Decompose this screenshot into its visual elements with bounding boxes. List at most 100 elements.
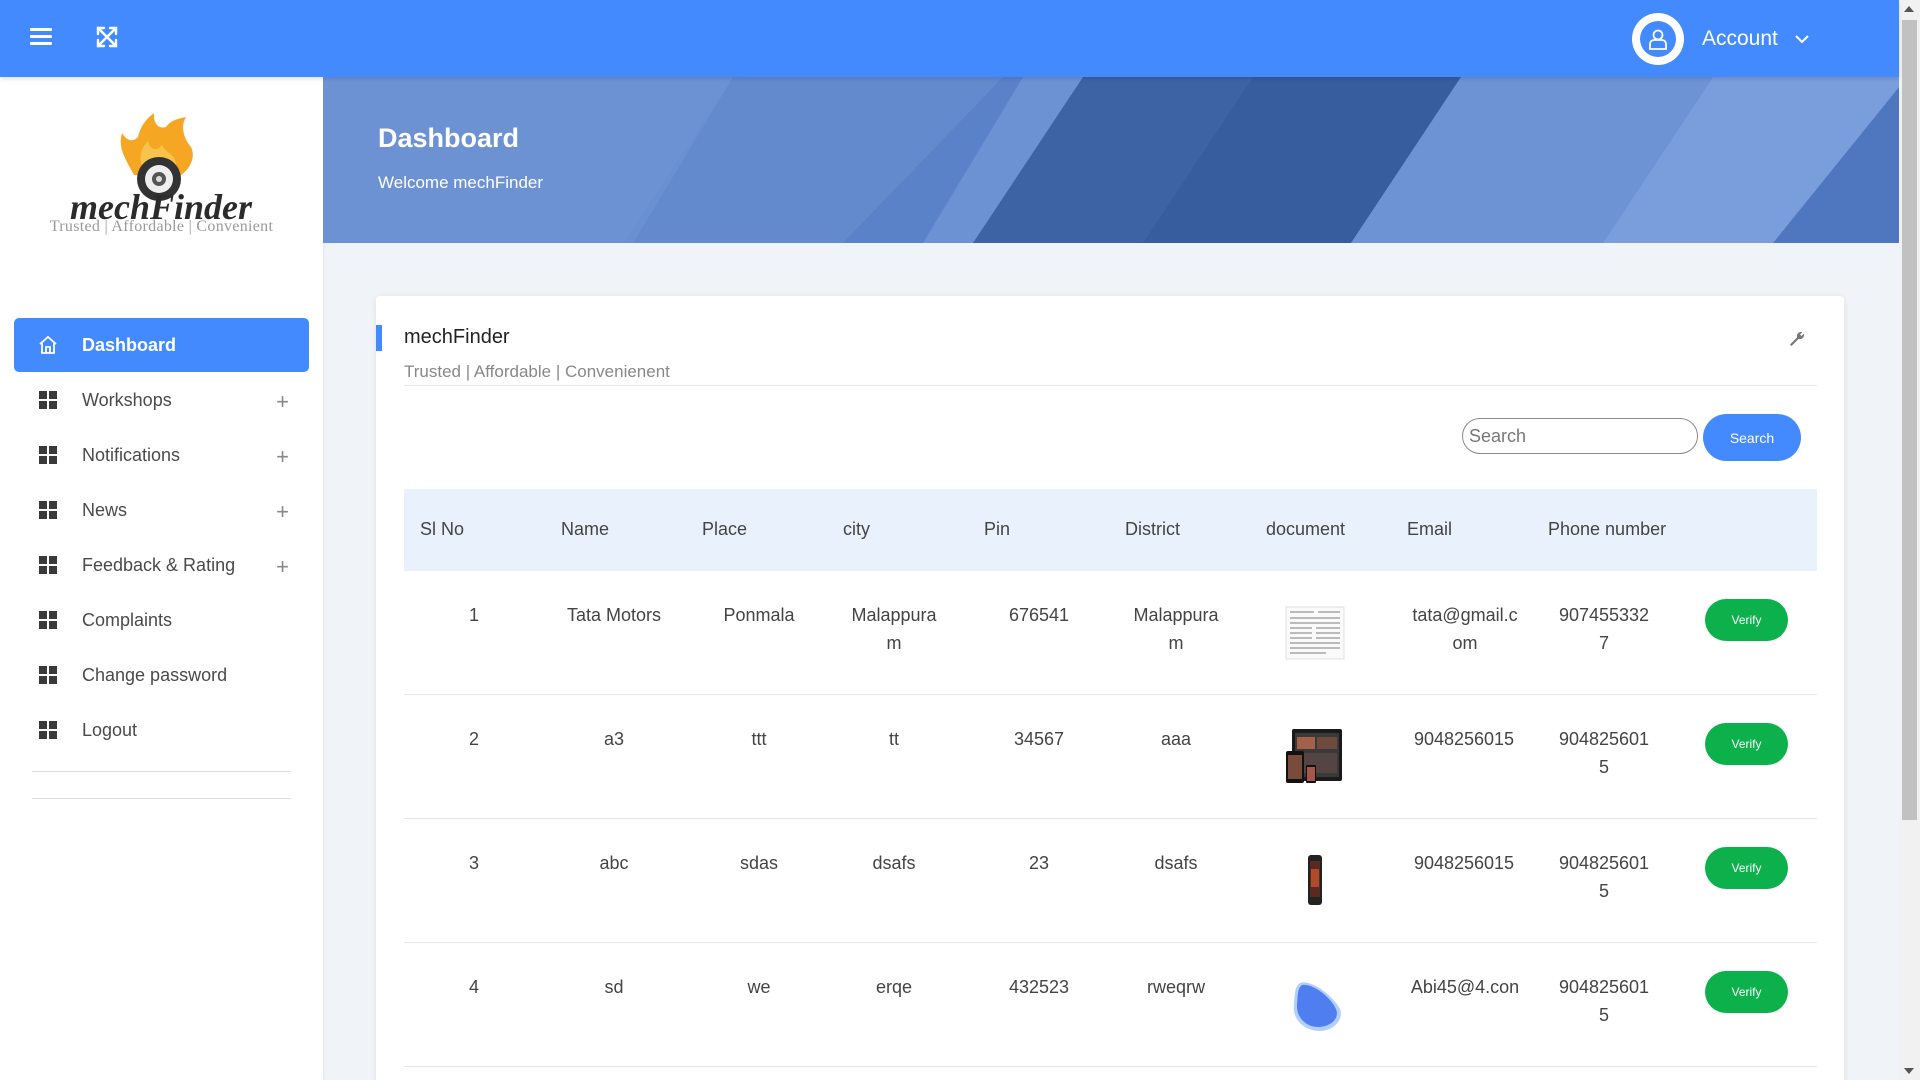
grid-icon xyxy=(39,391,57,409)
top-bar: Account xyxy=(0,0,1899,77)
cell-city: Malappuram xyxy=(851,605,937,653)
plus-icon[interactable]: + xyxy=(276,554,289,580)
sidebar-nav: Dashboard Workshops + Notifications + Ne… xyxy=(14,318,309,758)
column-header: Pin xyxy=(984,519,1011,539)
cell-sl-no: 2 xyxy=(468,729,479,749)
plus-icon[interactable]: + xyxy=(276,444,289,470)
sidebar-item-news[interactable]: News + xyxy=(14,483,309,537)
verify-button[interactable]: Verify xyxy=(1705,971,1788,1013)
sidebar-item-change-password[interactable]: Change password xyxy=(14,648,309,702)
sidebar-divider xyxy=(32,771,291,772)
cell-district: dsafs xyxy=(1154,853,1198,873)
account-menu[interactable]: Account xyxy=(1632,13,1810,65)
search-button[interactable]: Search xyxy=(1703,414,1801,461)
table-row: 1 Tata Motors Ponmala Malappuram 676541 … xyxy=(404,571,1817,695)
sidebar-item-dashboard[interactable]: Dashboard xyxy=(14,318,309,372)
grid-icon xyxy=(39,501,57,519)
table-row: 4 sd we erqe 432523 rweqrw Abi45@4.con 9… xyxy=(404,943,1817,1067)
grid-icon xyxy=(39,556,57,574)
plus-icon[interactable]: + xyxy=(276,499,289,525)
sidebar: mechFinder Trusted | Affordable | Conven… xyxy=(0,77,323,1080)
scroll-down-arrow-icon[interactable] xyxy=(1904,1068,1914,1074)
cell-place: sdas xyxy=(739,853,779,873)
sidebar-item-complaints[interactable]: Complaints xyxy=(14,593,309,647)
cell-place: ttt xyxy=(751,729,767,749)
cell-phone: 9048256015 xyxy=(1558,853,1650,901)
cell-email: 9048256015 xyxy=(1413,729,1515,749)
blob-thumbnail[interactable] xyxy=(1284,973,1346,1035)
menu-icon[interactable] xyxy=(28,24,54,50)
cell-name: a3 xyxy=(603,729,625,749)
cell-district: rweqrw xyxy=(1146,977,1205,997)
wrench-icon[interactable] xyxy=(1788,330,1806,348)
cell-place: we xyxy=(747,977,771,997)
home-icon xyxy=(39,335,57,354)
column-header: document xyxy=(1266,519,1346,539)
cell-district: Malappuram xyxy=(1133,605,1219,653)
grid-icon xyxy=(39,611,57,629)
sidebar-item-label: Notifications xyxy=(82,444,181,465)
table-row: 2 a3 ttt tt 34567 aaa 9048256015 9048256… xyxy=(404,695,1817,819)
banner-background xyxy=(323,77,1899,243)
cell-email: tata@gmail.com xyxy=(1412,605,1518,653)
column-header: District xyxy=(1125,519,1180,539)
card-divider xyxy=(404,385,1817,386)
fullscreen-icon[interactable] xyxy=(94,24,120,50)
scrollbar-thumb[interactable] xyxy=(1902,20,1917,820)
chevron-down-icon[interactable] xyxy=(1794,34,1810,44)
cell-sl-no: 4 xyxy=(468,977,479,997)
avatar xyxy=(1632,13,1684,65)
plus-icon[interactable]: + xyxy=(276,389,289,415)
cell-place: Ponmala xyxy=(723,605,795,625)
grid-icon xyxy=(39,446,57,464)
cell-phone: 9074553327 xyxy=(1558,605,1650,653)
grid-icon xyxy=(39,721,57,739)
column-header: Sl No xyxy=(420,519,465,539)
page-subtitle: Welcome mechFinder xyxy=(378,173,544,192)
cell-sl-no: 3 xyxy=(468,853,479,873)
page-header-banner: Dashboard Welcome mechFinder xyxy=(323,77,1899,243)
card-accent-bar xyxy=(376,325,382,351)
sidebar-item-label: News xyxy=(82,499,128,520)
column-header: Phone number xyxy=(1548,519,1667,539)
sidebar-item-logout[interactable]: Logout xyxy=(14,703,309,757)
account-label[interactable]: Account xyxy=(1702,27,1778,51)
cell-pin: 34567 xyxy=(1013,729,1065,749)
workshops-table: Sl No Name Place city Pin District docum… xyxy=(404,489,1817,1067)
sidebar-item-label: Workshops xyxy=(82,389,172,410)
verify-button[interactable]: Verify xyxy=(1705,723,1788,765)
column-header: Place xyxy=(702,519,748,539)
devices-thumbnail[interactable] xyxy=(1284,725,1346,787)
cell-email: 9048256015 xyxy=(1413,853,1515,873)
cell-phone: 9048256015 xyxy=(1558,729,1650,777)
cell-district: aaa xyxy=(1160,729,1192,749)
cell-sl-no: 1 xyxy=(468,605,479,625)
sidebar-item-label: Complaints xyxy=(82,609,173,630)
cell-pin: 432523 xyxy=(1008,977,1070,997)
cell-pin: 23 xyxy=(1028,853,1050,873)
sidebar-item-feedback-rating[interactable]: Feedback & Rating + xyxy=(14,538,309,592)
cell-email: Abi45@4.con xyxy=(1410,977,1520,997)
sidebar-item-label: Dashboard xyxy=(82,334,177,355)
search-input[interactable] xyxy=(1462,418,1698,454)
cell-name: sd xyxy=(604,977,624,997)
card-subtitle: Trusted | Affordable | Convenienent xyxy=(404,362,670,381)
column-header: city xyxy=(843,519,870,539)
cell-phone: 9048256015 xyxy=(1558,977,1650,1025)
sidebar-item-notifications[interactable]: Notifications + xyxy=(14,428,309,482)
phone-thumbnail[interactable] xyxy=(1284,849,1346,911)
verify-button[interactable]: Verify xyxy=(1705,599,1788,641)
sidebar-item-label: Logout xyxy=(82,719,138,740)
cell-name: Tata Motors xyxy=(566,605,662,625)
table-row: 3 abc sdas dsafs 23 dsafs 9048256015 904… xyxy=(404,819,1817,943)
card-title: mechFinder xyxy=(404,326,510,348)
scroll-up-arrow-icon[interactable] xyxy=(1904,6,1914,12)
table-header-row: Sl No Name Place city Pin District docum… xyxy=(404,489,1817,571)
sidebar-divider xyxy=(32,798,291,799)
verify-button[interactable]: Verify xyxy=(1705,847,1788,889)
cell-pin: 676541 xyxy=(1008,605,1070,625)
page-scrollbar[interactable] xyxy=(1899,0,1920,1080)
grid-icon xyxy=(39,666,57,684)
document-thumbnail[interactable] xyxy=(1284,601,1346,663)
sidebar-item-workshops[interactable]: Workshops + xyxy=(14,373,309,427)
